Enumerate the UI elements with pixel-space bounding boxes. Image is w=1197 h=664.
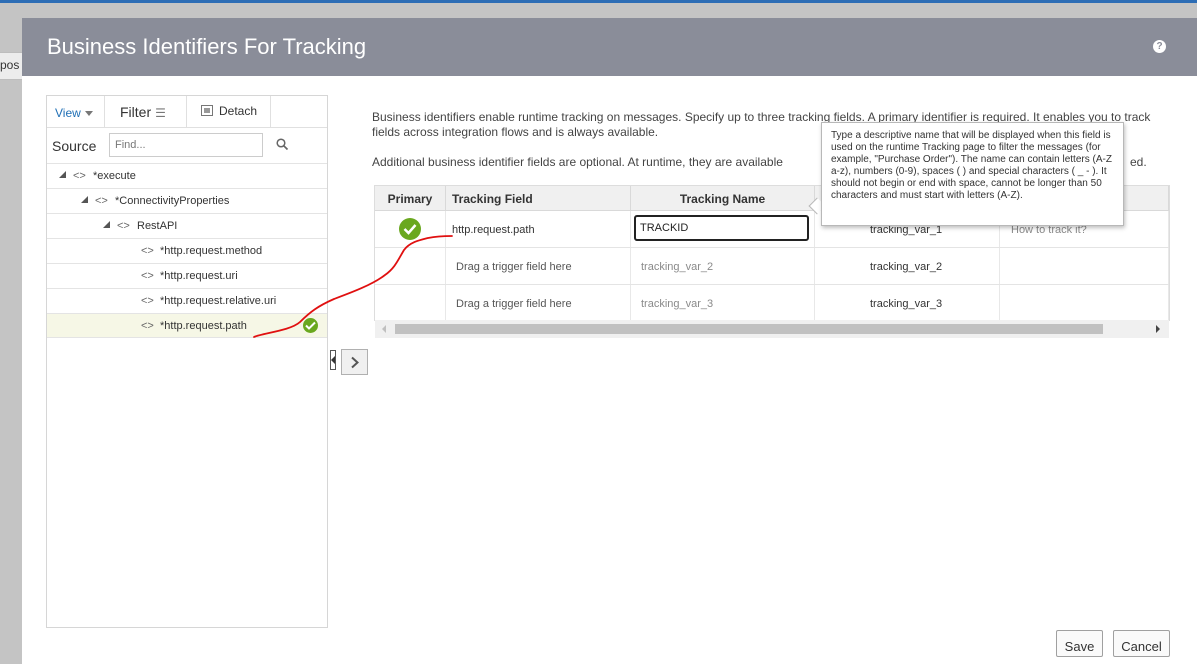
tree-node-restapi[interactable]: <> RestAPI — [47, 213, 327, 238]
filter-icon: ☰ — [155, 106, 166, 120]
detach-icon — [201, 105, 213, 116]
col4-cell: tracking_var_3 — [815, 285, 1000, 321]
tree-node-label: *execute — [93, 170, 136, 182]
background-label: pos — [0, 58, 20, 72]
collapse-panel-handle[interactable] — [330, 350, 336, 370]
source-toolbar: View Filter ☰ Detach — [47, 96, 327, 128]
element-icon: <> — [95, 195, 108, 207]
cancel-button[interactable]: Cancel — [1113, 630, 1170, 657]
tree-node-connectivity-properties[interactable]: <> *ConnectivityProperties — [47, 188, 327, 213]
col5-cell — [1000, 285, 1169, 321]
tree-node-label: *http.request.path — [160, 320, 247, 332]
table-row[interactable]: Drag a trigger field here tracking_var_2… — [375, 248, 1169, 285]
tracking-field-cell[interactable]: Drag a trigger field here — [446, 285, 631, 321]
tracking-name-tooltip: Type a descriptive name that will be dis… — [821, 122, 1124, 226]
table-row[interactable]: Drag a trigger field here tracking_var_3… — [375, 285, 1169, 322]
tracking-name-cell[interactable]: tracking_var_2 — [631, 248, 815, 284]
scroll-left-icon[interactable] — [382, 325, 386, 333]
help-icon[interactable]: ? — [1153, 40, 1166, 53]
tracking-name-input[interactable] — [634, 215, 809, 241]
element-icon: <> — [73, 170, 86, 182]
tree-node-http-request-method[interactable]: <> *http.request.method — [47, 238, 327, 263]
expand-triangle-icon[interactable] — [103, 221, 110, 228]
detach-label: Detach — [219, 104, 258, 118]
element-icon: <> — [141, 270, 154, 282]
chevron-right-icon — [351, 356, 359, 369]
tree-node-http-request-relative-uri[interactable]: <> *http.request.relative.uri — [47, 288, 327, 313]
primary-cell — [375, 248, 446, 284]
tracking-name-cell[interactable]: tracking_var_3 — [631, 285, 815, 321]
tree-node-label: *http.request.method — [160, 245, 263, 257]
tracking-dialog: Business Identifiers For Tracking ? View… — [22, 18, 1197, 664]
col4-cell: tracking_var_2 — [815, 248, 1000, 284]
primary-cell — [375, 285, 446, 321]
dialog-title: Business Identifiers For Tracking — [47, 34, 367, 59]
view-menu-button[interactable]: View — [47, 96, 105, 128]
description-additional-tail: ed. — [1130, 155, 1147, 169]
element-icon: <> — [141, 295, 154, 307]
column-header-primary: Primary — [375, 186, 446, 211]
tracking-field-cell[interactable]: http.request.path — [446, 211, 631, 247]
tree-node-label: *http.request.uri — [160, 270, 238, 282]
tree-node-label: RestAPI — [137, 220, 178, 232]
source-label: Source — [52, 138, 97, 154]
save-button[interactable]: Save — [1056, 630, 1103, 657]
expand-triangle-icon[interactable] — [81, 196, 88, 203]
element-icon: <> — [141, 245, 154, 257]
view-label: View — [55, 106, 81, 120]
tracking-field-cell[interactable]: Drag a trigger field here — [446, 248, 631, 284]
source-panel: View Filter☰ Detach Source <> *execute <… — [46, 95, 328, 628]
tree-node-http-request-uri[interactable]: <> *http.request.uri — [47, 263, 327, 288]
detach-button[interactable]: Detach — [187, 96, 271, 128]
source-search-input[interactable] — [109, 133, 263, 157]
dialog-header: Business Identifiers For Tracking ? — [22, 18, 1197, 76]
column-header-tracking-field: Tracking Field — [446, 186, 631, 211]
tree-node-label: *ConnectivityProperties — [115, 195, 230, 207]
mapped-check-icon — [303, 318, 318, 333]
element-icon: <> — [117, 220, 130, 232]
tree-node-execute[interactable]: <> *execute — [47, 163, 327, 188]
chevron-down-icon — [84, 111, 93, 116]
scroll-right-icon[interactable] — [1156, 325, 1160, 333]
filter-button[interactable]: Filter ☰ — [105, 96, 187, 128]
move-right-button[interactable] — [341, 349, 368, 375]
tree-node-label: *http.request.relative.uri — [160, 295, 277, 307]
search-icon[interactable] — [276, 138, 288, 150]
description-additional-text: Additional business identifier fields ar… — [372, 155, 783, 169]
filter-label: Filter — [120, 104, 152, 120]
col5-cell — [1000, 248, 1169, 284]
tree-node-http-request-path[interactable]: <> *http.request.path — [47, 313, 327, 338]
element-icon: <> — [141, 320, 154, 332]
horizontal-scrollbar[interactable] — [375, 320, 1169, 338]
expand-triangle-icon[interactable] — [59, 171, 66, 178]
primary-cell — [375, 211, 446, 247]
primary-check-icon — [399, 218, 421, 240]
scrollbar-thumb[interactable] — [395, 324, 1103, 334]
column-header-tracking-name: Tracking Name — [631, 186, 815, 211]
